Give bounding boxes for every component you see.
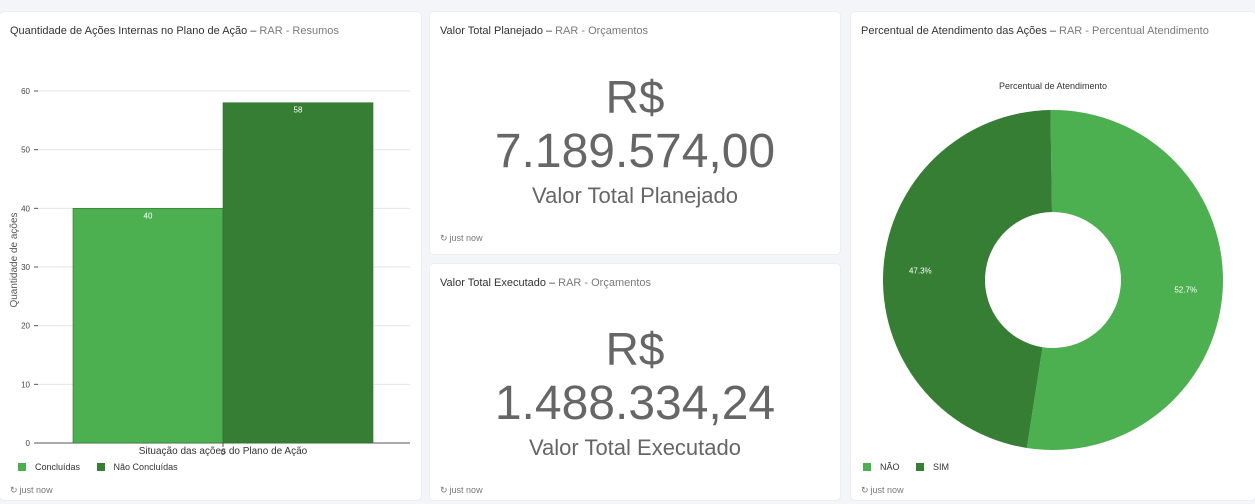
bar-nao-concluidas[interactable] [222,102,374,444]
bar-chart-card: Quantidade de Ações Internas no Plano de… [0,12,421,500]
y-axis-label: Quantidade de ações [9,212,20,307]
slice-percent-label: 52.7% [1174,285,1197,294]
legend-label: Concluídas [35,462,81,472]
refresh-text: just now [449,233,483,243]
donut-slice-nao[interactable] [1026,110,1223,451]
donut-slice-sim[interactable] [883,110,1052,448]
y-tick-label: 20 [21,322,30,331]
refresh-status[interactable]: ↻ just now [440,233,483,244]
executed-value-card: Valor Total Executado – RAR - Orçamentos R… [430,264,840,500]
refresh-status[interactable]: ↻ just now [861,485,904,496]
refresh-icon: ↻ [440,233,448,243]
legend-item-concluidas[interactable]: Concluídas [18,462,80,472]
legend-label: NÃO [880,462,900,472]
bar-data-label: 40 [144,211,153,220]
y-tick-label: 50 [21,146,30,155]
executed-card-title[interactable]: Valor Total Executado – RAR - Orçamentos [440,277,651,289]
planned-card-title[interactable]: Valor Total Planejado – RAR - Orçamentos [440,25,648,37]
legend-swatch [96,463,105,471]
legend-label: Não Concluídas [113,462,178,472]
legend-item-sim[interactable]: SIM [916,462,949,472]
planned-value-card: Valor Total Planejado – RAR - Orçamentos R… [430,12,840,254]
bar-concluidas[interactable] [72,208,224,444]
title-dash: – [549,277,556,289]
y-tick-label: 40 [21,204,30,213]
donut-chart: Percentual de Atendimento 52.7% 47.3% [883,81,1223,451]
pie-chart-legend: NÃO SIM [863,462,963,473]
card-title-text: Valor Total Executado [440,277,546,289]
legend-swatch [863,463,871,471]
bar-chart-legend: Concluídas Não Concluídas [18,462,192,473]
legend-item-nao-concluidas[interactable]: Não Concluídas [96,462,178,472]
refresh-status[interactable]: ↻ just now [440,485,483,496]
card-source: RAR - Orçamentos [558,277,652,289]
bar-chart: 0102030405060 4058 0 Quantidade de ações… [9,87,410,457]
y-tick-label: 10 [21,380,30,389]
card-title-text: Valor Total Planejado [440,25,543,37]
x-axis-label: Situação das ações do Plano de Ação [139,446,308,457]
legend-swatch [916,463,925,471]
planned-currency: R$ [605,71,665,123]
legend-item-nao[interactable]: NÃO [863,462,900,472]
refresh-status[interactable]: ↻ just now [10,485,53,496]
y-tick-label: 0 [26,439,31,448]
refresh-text: just now [19,485,53,495]
executed-value: 1.488.334,24 [494,377,776,430]
planned-subtitle: Valor Total Planejado [532,183,738,208]
legend-swatch [18,463,26,471]
refresh-icon: ↻ [440,485,448,495]
executed-subtitle: Valor Total Executado [529,435,741,460]
legend-label: SIM [933,462,950,472]
refresh-icon: ↻ [10,485,18,495]
executed-currency: R$ [605,323,665,375]
y-tick-label: 30 [21,263,30,272]
slice-percent-label: 47.3% [909,267,932,276]
pie-chart-card: Percentual de Atendimento das Ações – RAR … [851,12,1255,500]
refresh-icon: ↻ [861,485,869,495]
donut-chart-title: Percentual de Atendimento [999,81,1107,91]
y-tick-label: 60 [21,87,30,96]
refresh-text: just now [870,485,904,495]
card-source: RAR - Orçamentos [555,25,648,37]
refresh-text: just now [449,485,483,495]
title-dash: – [545,25,553,37]
planned-value: 7.189.574,00 [494,125,776,178]
bar-data-label: 58 [294,106,303,115]
